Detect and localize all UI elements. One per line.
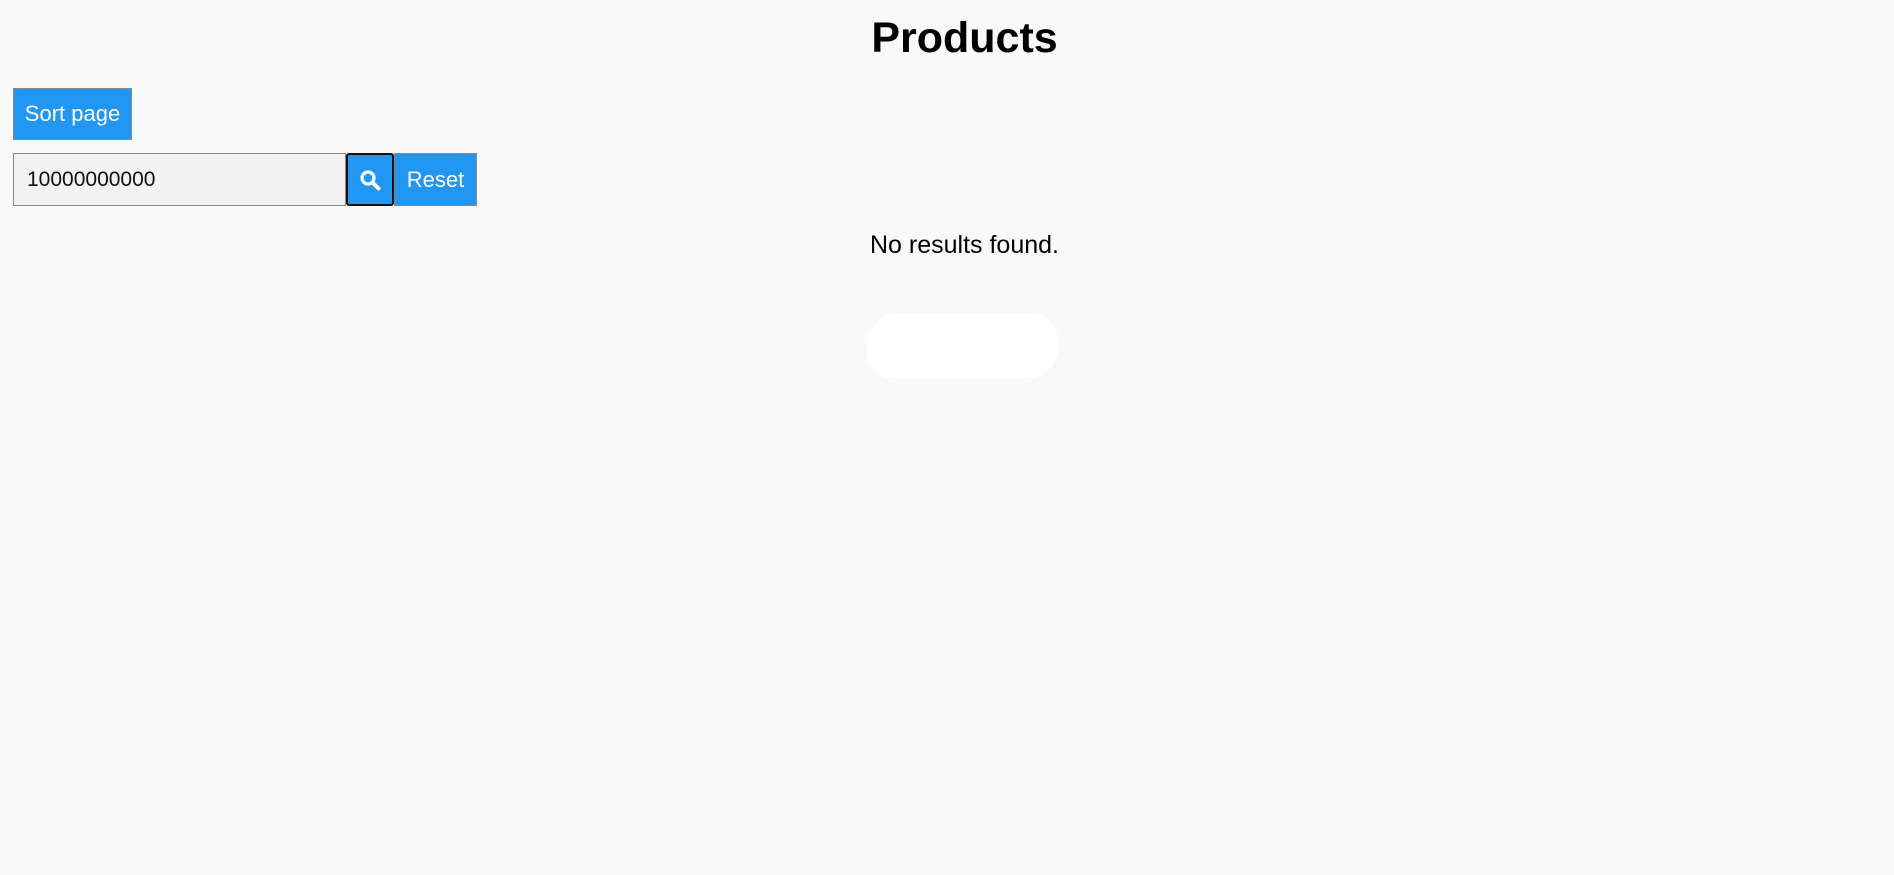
- search-input[interactable]: [13, 153, 346, 206]
- sort-page-button[interactable]: Sort page: [13, 88, 132, 140]
- search-button[interactable]: [346, 153, 394, 206]
- search-bar: Reset: [13, 153, 477, 206]
- page-title: Products: [871, 14, 1058, 62]
- reset-button[interactable]: Reset: [394, 153, 477, 206]
- products-page: Products Sort page Reset No results foun…: [0, 0, 1894, 875]
- no-results-message: No results found.: [870, 231, 1059, 259]
- redacted-element: [867, 313, 1058, 378]
- search-icon: [360, 169, 381, 190]
